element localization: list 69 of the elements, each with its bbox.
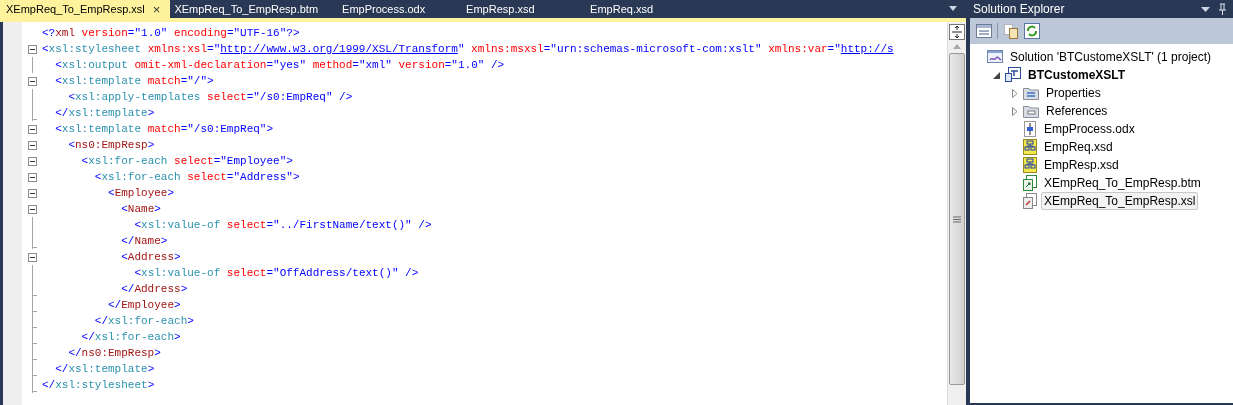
solution-icon: [987, 49, 1003, 65]
files-icon[interactable]: [1003, 23, 1019, 39]
code-line: </xsl:for-each>: [93, 315, 194, 327]
code-line: <xsl:apply-templates select="/s0:EmpReq" />: [67, 91, 353, 103]
file-tab[interactable]: EmpProcess.odx: [338, 0, 463, 18]
close-icon[interactable]: ×: [152, 1, 161, 17]
collapse-icon[interactable]: [27, 204, 37, 214]
split-icon[interactable]: [949, 24, 965, 40]
code-line: <Name>: [120, 203, 161, 215]
collapse-icon[interactable]: [27, 124, 37, 134]
file-tab[interactable]: EmpReq.xsd: [586, 0, 711, 18]
pin-icon[interactable]: [1218, 3, 1227, 15]
code-line: <Employee>: [107, 187, 175, 199]
code-line: </ns0:EmpResp>: [67, 347, 161, 359]
tree-item[interactable]: Properties: [1043, 84, 1104, 102]
properties-icon[interactable]: [976, 24, 992, 38]
orchestration-icon: [1023, 121, 1037, 137]
code-line: <xsl:template match="/s0:EmpReq">: [54, 123, 274, 135]
code-line: <xsl:for-each select="Address">: [93, 171, 300, 183]
collapse-icon[interactable]: [27, 172, 37, 182]
code-line: <ns0:EmpResp>: [67, 139, 155, 151]
project-icon: [1005, 67, 1021, 83]
tree-item[interactable]: BTCustomeXSLT: [1025, 66, 1129, 84]
refresh-icon[interactable]: [1024, 23, 1040, 39]
tree-item[interactable]: EmpReq.xsd: [1041, 138, 1116, 156]
code-line: </xsl:template>: [54, 363, 155, 375]
collapsed-arrow-icon[interactable]: [1011, 88, 1018, 98]
file-tab[interactable]: XEmpReq_To_EmpResp.btm: [170, 0, 339, 18]
stylesheet-icon: [1023, 193, 1037, 209]
code-line: </xsl:for-each>: [80, 331, 181, 343]
code-line: </xsl:stylesheet>: [42, 379, 155, 391]
collapse-icon[interactable]: [27, 76, 37, 86]
code-line: <xsl:template match="/">: [54, 75, 214, 87]
code-line: <xsl:output omit-xml-declaration="yes" method="xml" version="1.0" />: [54, 59, 505, 71]
code-line: </Address>: [120, 283, 188, 295]
collapse-icon[interactable]: [27, 44, 37, 54]
collapse-icon[interactable]: [27, 252, 37, 262]
file-tab[interactable]: XEmpReq_To_EmpResp.xsl ×: [0, 0, 171, 18]
tree-item[interactable]: XEmpReq_To_EmpResp.btm: [1041, 174, 1204, 192]
dropdown-icon[interactable]: [948, 6, 958, 12]
collapse-icon[interactable]: [27, 156, 37, 166]
schema-icon: [1023, 139, 1037, 155]
collapse-icon[interactable]: [27, 140, 37, 150]
code-line: <Address>: [120, 251, 181, 263]
folder-icon: [1023, 86, 1039, 100]
code-line: </xsl:template>: [54, 107, 155, 119]
tree-item[interactable]: XEmpReq_To_EmpResp.xsl: [1041, 192, 1199, 210]
code-line: </Name>: [120, 235, 168, 247]
panel-title: Solution Explorer: [973, 2, 1066, 16]
code-line: <xsl:value-of select="../FirstName/text()" />: [133, 219, 432, 231]
code-line: <xsl:for-each select="Employee">: [80, 155, 293, 167]
code-line: <?xml version="1.0" encoding="UTF-16"?>: [42, 27, 300, 39]
tree-item[interactable]: EmpResp.xsd: [1041, 156, 1122, 174]
code-line: <xsl:value-of select="OffAddress/text()" />: [133, 267, 419, 279]
map-icon: [1023, 175, 1037, 191]
expanded-arrow-icon[interactable]: [993, 71, 1000, 79]
code-line: </Employee>: [107, 299, 181, 311]
code-line: <xsl:stylesheet xmlns:xsl="http://www.w3.org/1999/XSL/Transform" xmlns:msxsl="urn:schemas-microsoft-com:xslt" xmlns:var="http://s: [42, 43, 894, 55]
vertical-scrollbar[interactable]: [947, 22, 966, 405]
collapse-icon[interactable]: [27, 188, 37, 198]
tree-item[interactable]: References: [1043, 102, 1111, 120]
tree-item[interactable]: Solution 'BTCustomeXSLT' (1 project): [1007, 48, 1215, 66]
schema-icon: [1023, 157, 1037, 173]
tree-item[interactable]: EmpProcess.odx: [1041, 120, 1138, 138]
scroll-thumb[interactable]: [949, 53, 965, 385]
file-tab[interactable]: EmpResp.xsd: [462, 0, 587, 18]
dropdown-icon[interactable]: [1201, 6, 1210, 12]
folder-icon: [1023, 104, 1039, 118]
collapsed-arrow-icon[interactable]: [1011, 106, 1018, 116]
